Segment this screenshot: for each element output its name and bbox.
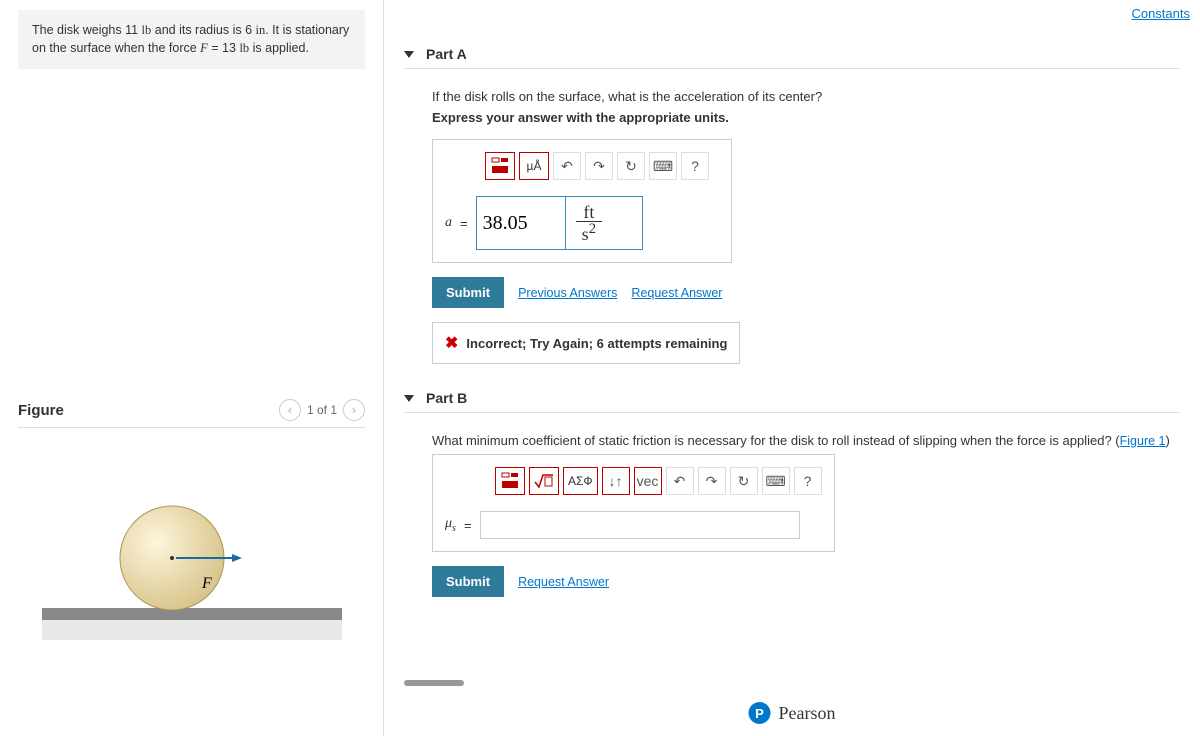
scroll-indicator[interactable] <box>404 680 464 686</box>
figure-link[interactable]: Figure 1 <box>1120 434 1166 448</box>
figure-title: Figure <box>18 402 64 419</box>
part-b-answer-box: ΑΣФ ↓↑ vec ↶ ↷ ↻ ⌨ ? μs = <box>432 454 835 552</box>
arrows-button[interactable]: ↓↑ <box>602 467 630 495</box>
force-label: F <box>201 575 212 592</box>
sqrt-button[interactable] <box>529 467 559 495</box>
problem-statement: The disk weighs 11 lb and its radius is … <box>18 10 365 69</box>
part-b-header[interactable]: Part B <box>404 384 1180 413</box>
part-a-submit-button[interactable]: Submit <box>432 277 504 308</box>
units-button[interactable]: µÅ <box>519 152 549 180</box>
figure-image: F <box>18 488 365 648</box>
equals-sign: = <box>460 216 468 231</box>
caret-down-icon <box>404 395 414 402</box>
vec-button[interactable]: vec <box>634 467 662 495</box>
part-a-prompt: If the disk rolls on the surface, what i… <box>432 89 1180 104</box>
request-answer-link-a[interactable]: Request Answer <box>631 286 722 300</box>
greek-button[interactable]: ΑΣФ <box>563 467 598 495</box>
equals-sign-b: = <box>464 518 472 533</box>
part-b-title: Part B <box>426 390 467 406</box>
part-a-header[interactable]: Part A <box>404 40 1180 69</box>
part-b-prompt: What minimum coefficient of static frict… <box>432 433 1180 448</box>
left-column: The disk weighs 11 lb and its radius is … <box>0 0 384 736</box>
reset-button[interactable]: ↻ <box>617 152 645 180</box>
redo-button-b[interactable]: ↷ <box>698 467 726 495</box>
help-button-b[interactable]: ? <box>794 467 822 495</box>
templates-button-b[interactable] <box>495 467 525 495</box>
keyboard-button-b[interactable]: ⌨ <box>762 467 790 495</box>
part-a-answer-box: µÅ ↶ ↷ ↻ ⌨ ? a = ft s2 <box>432 139 732 263</box>
part-b-variable: μs <box>445 516 456 534</box>
part-a-variable: a <box>445 215 452 231</box>
part-b-submit-button[interactable]: Submit <box>432 566 504 597</box>
previous-answers-link[interactable]: Previous Answers <box>518 286 617 300</box>
reset-button-b[interactable]: ↻ <box>730 467 758 495</box>
undo-button[interactable]: ↶ <box>553 152 581 180</box>
templates-button[interactable] <box>485 152 515 180</box>
part-a-units[interactable]: ft s2 <box>566 196 644 250</box>
part-a-value-input[interactable] <box>476 196 566 250</box>
right-column: Part A If the disk rolls on the surface,… <box>384 0 1200 736</box>
part-b-value-input[interactable] <box>480 511 800 539</box>
caret-down-icon <box>404 51 414 58</box>
figure-pager: 1 of 1 <box>307 403 337 417</box>
undo-button-b[interactable]: ↶ <box>666 467 694 495</box>
redo-button[interactable]: ↷ <box>585 152 613 180</box>
figure-next-button[interactable]: › <box>343 399 365 421</box>
part-a-instruct: Express your answer with the appropriate… <box>432 110 1180 125</box>
help-button[interactable]: ? <box>681 152 709 180</box>
figure-prev-button[interactable]: ‹ <box>279 399 301 421</box>
part-a-title: Part A <box>426 46 467 62</box>
request-answer-link-b[interactable]: Request Answer <box>518 575 609 589</box>
feedback-message: ✖ Incorrect; Try Again; 6 attempts remai… <box>432 322 740 364</box>
keyboard-button[interactable]: ⌨ <box>649 152 677 180</box>
x-icon: ✖ <box>445 333 458 353</box>
pearson-footer: P Pearson <box>749 702 836 724</box>
pearson-logo-icon: P <box>749 702 771 724</box>
